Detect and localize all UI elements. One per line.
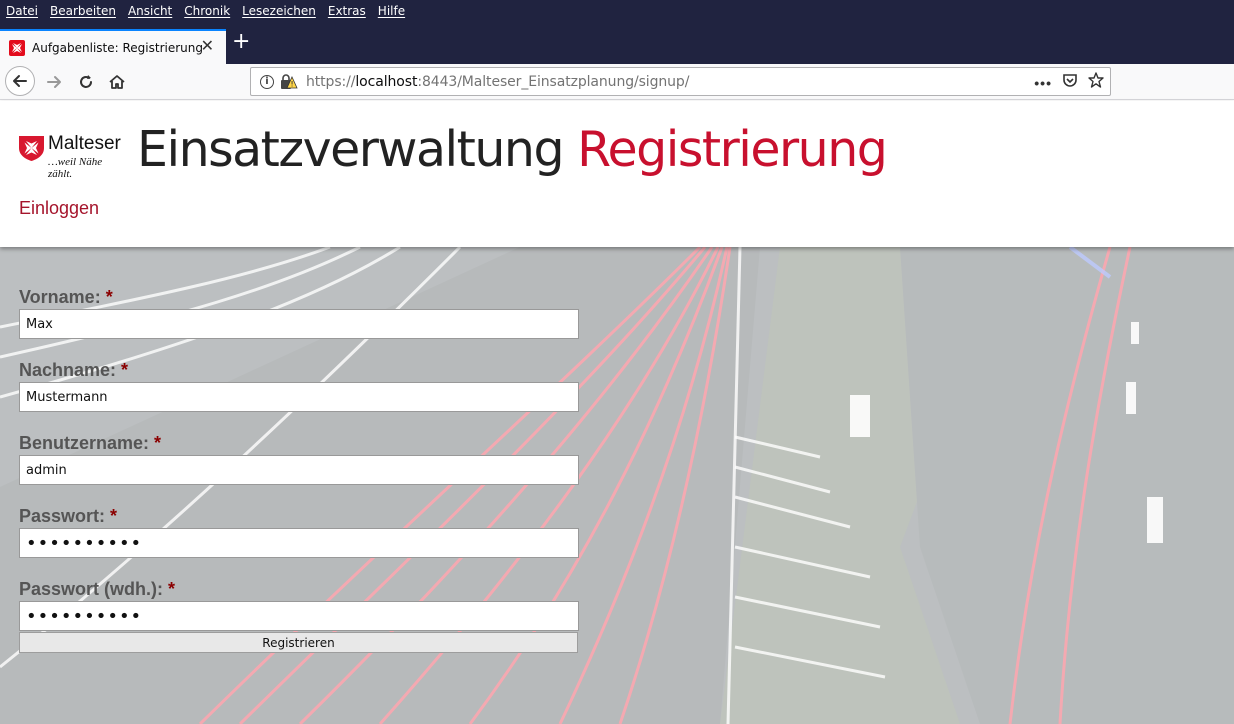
navigation-bar: i https://localhost:8443/Malteser_Einsat… bbox=[0, 64, 1234, 100]
required-marker: * bbox=[110, 506, 118, 526]
menu-chronik[interactable]: Chronik bbox=[184, 4, 230, 18]
page-title-main: Einsatzverwaltung bbox=[137, 121, 565, 178]
more-icon[interactable]: ••• bbox=[1034, 75, 1052, 91]
benutzername-label: Benutzername: * bbox=[19, 433, 162, 453]
new-tab-icon[interactable]: + bbox=[232, 31, 250, 53]
tab-title: Aufgabenliste: Registrierung bbox=[32, 40, 203, 55]
passwort-input[interactable] bbox=[19, 528, 579, 558]
page-title-accent: Registrierung bbox=[577, 121, 888, 178]
menu-hilfe[interactable]: Hilfe bbox=[378, 4, 405, 18]
back-arrow-icon[interactable] bbox=[5, 66, 35, 96]
malteser-logo: Malteser …weil Nähe zählt. bbox=[18, 131, 128, 180]
passwort-wdh-label: Passwort (wdh.): * bbox=[19, 579, 176, 599]
benutzername-input[interactable] bbox=[19, 455, 579, 485]
required-marker: * bbox=[168, 579, 176, 599]
url-text[interactable]: https://localhost:8443/Malteser_Einsatzp… bbox=[306, 74, 689, 90]
field-nachname: Nachname: * bbox=[19, 358, 579, 412]
nachname-input[interactable] bbox=[19, 382, 579, 412]
home-icon[interactable] bbox=[103, 68, 131, 96]
menu-datei[interactable]: Datei bbox=[6, 4, 38, 18]
required-marker: * bbox=[105, 287, 113, 307]
vorname-label: Vorname: * bbox=[19, 287, 113, 307]
reload-icon[interactable] bbox=[72, 68, 100, 96]
passwort-label: Passwort: * bbox=[19, 506, 118, 526]
bookmark-star-icon[interactable] bbox=[1088, 72, 1104, 93]
menu-bearbeiten[interactable]: Bearbeiten bbox=[50, 4, 116, 18]
pocket-icon[interactable] bbox=[1062, 72, 1078, 93]
login-link[interactable]: Einloggen bbox=[19, 198, 99, 219]
insecure-lock-icon[interactable] bbox=[280, 73, 298, 90]
menu-lesezeichen[interactable]: Lesezeichen bbox=[242, 4, 316, 18]
forward-arrow-icon[interactable] bbox=[40, 68, 68, 96]
register-button[interactable]: Registrieren bbox=[19, 632, 578, 653]
field-vorname: Vorname: * bbox=[19, 285, 579, 339]
nachname-label: Nachname: * bbox=[19, 360, 129, 380]
close-icon[interactable]: ✕ bbox=[201, 39, 214, 55]
page-header: Malteser …weil Nähe zählt. Einsatzverwal… bbox=[0, 101, 1234, 247]
field-passwort-wdh: Passwort (wdh.): * bbox=[19, 577, 579, 631]
tab-bar: Aufgabenliste: Registrierung ✕ + bbox=[0, 22, 1234, 64]
signup-form: Vorname: * Nachname: * Benutzername: * P… bbox=[19, 285, 579, 653]
menu-extras[interactable]: Extras bbox=[328, 4, 366, 18]
info-icon[interactable]: i bbox=[260, 74, 274, 89]
menu-ansicht[interactable]: Ansicht bbox=[128, 4, 172, 18]
malteser-cross-icon bbox=[9, 39, 25, 56]
passwort-wdh-input[interactable] bbox=[19, 601, 579, 631]
page-title: Einsatzverwaltung Registrierung bbox=[137, 121, 888, 178]
tab-registrierung[interactable]: Aufgabenliste: Registrierung ✕ bbox=[0, 29, 226, 64]
field-benutzername: Benutzername: * bbox=[19, 431, 579, 485]
required-marker: * bbox=[154, 433, 162, 453]
menu-bar: Datei Bearbeiten Ansicht Chronik Lesezei… bbox=[0, 0, 1234, 22]
logo-tagline: …weil Nähe zählt. bbox=[48, 156, 103, 180]
vorname-input[interactable] bbox=[19, 309, 579, 339]
required-marker: * bbox=[121, 360, 129, 380]
url-bar[interactable]: i https://localhost:8443/Malteser_Einsat… bbox=[250, 67, 1111, 96]
url-actions: ••• bbox=[1034, 72, 1104, 93]
malteser-shield-icon bbox=[19, 136, 44, 161]
field-passwort: Passwort: * bbox=[19, 504, 579, 558]
logo-brand: Malteser bbox=[48, 133, 121, 154]
